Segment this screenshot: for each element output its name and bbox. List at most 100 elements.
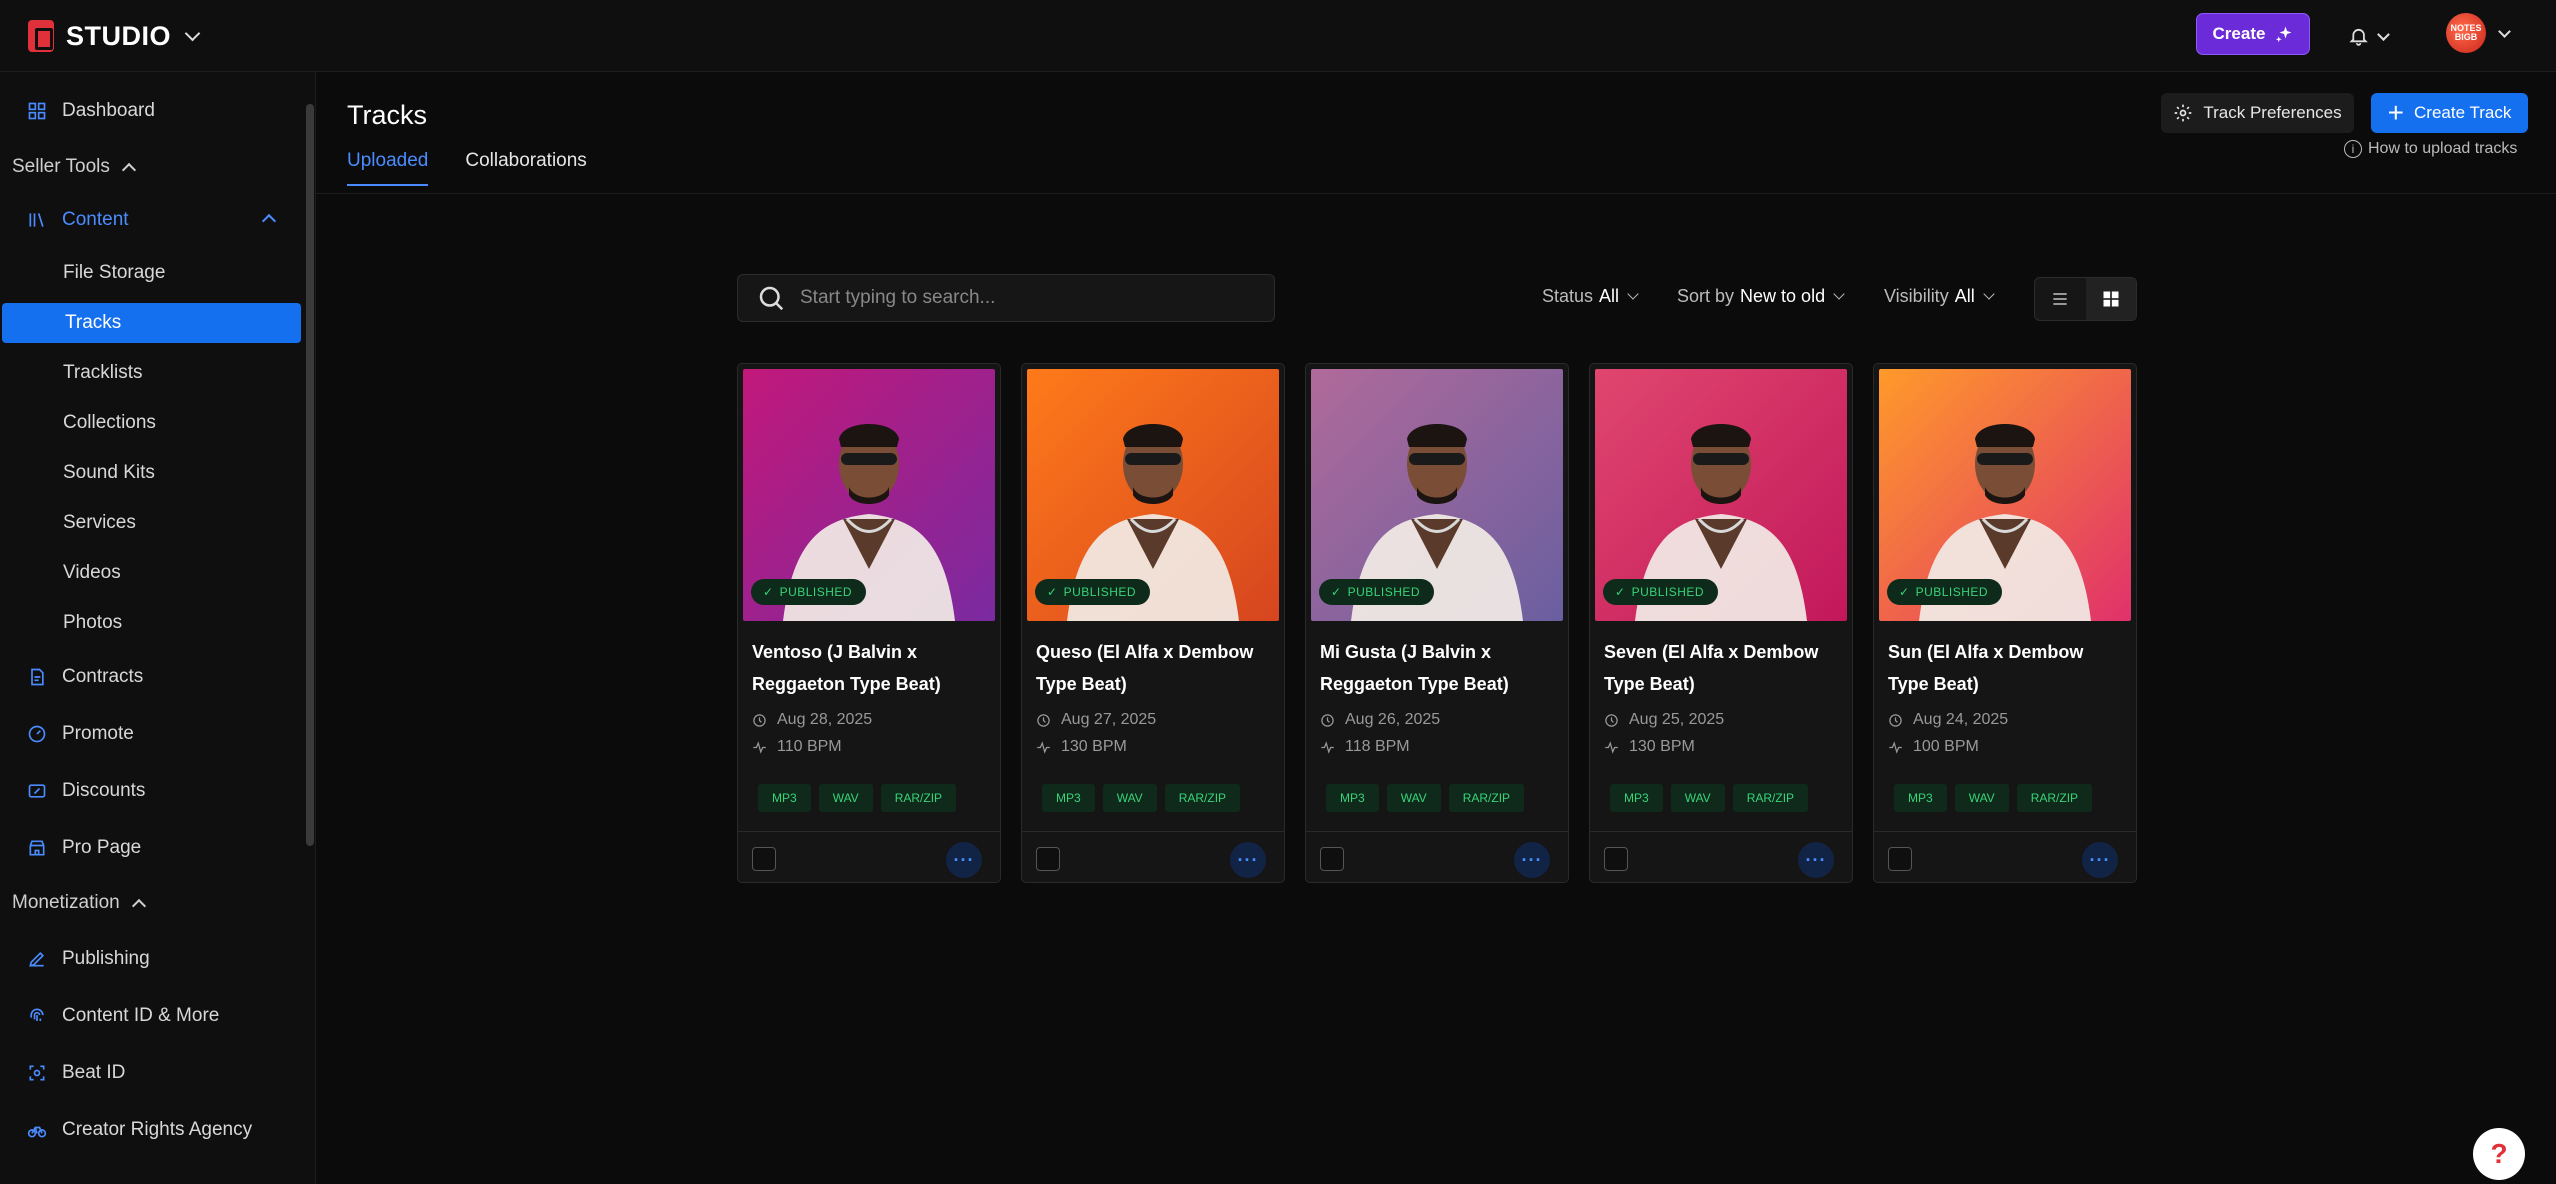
track-date: Aug 25, 2025 xyxy=(1604,711,1724,729)
status-badge-label: PUBLISHED xyxy=(1915,585,1989,599)
sidebar-item-pro-page[interactable]: Pro Page xyxy=(0,828,141,868)
sidebar-item-services[interactable]: Services xyxy=(0,503,302,543)
sort-filter[interactable]: Sort by New to old xyxy=(1677,286,1845,307)
studio-brand-menu[interactable]: STUDIO xyxy=(28,16,201,56)
track-artwork[interactable]: ✓ PUBLISHED xyxy=(1027,369,1279,621)
sidebar-item-content-id[interactable]: Content ID & More xyxy=(0,996,219,1036)
clock-icon xyxy=(1605,713,1618,727)
tab-uploaded[interactable]: Uploaded xyxy=(347,150,429,186)
track-preferences-button[interactable]: Track Preferences xyxy=(2161,93,2354,133)
section-seller-tools[interactable]: Seller Tools xyxy=(12,156,136,178)
select-checkbox[interactable] xyxy=(1888,847,1912,871)
status-filter[interactable]: Status All xyxy=(1542,286,1639,307)
divider xyxy=(1022,831,1284,832)
status-filter-label: Status xyxy=(1542,286,1594,306)
sidebar-item-tracklists[interactable]: Tracklists xyxy=(0,353,302,393)
gauge-icon xyxy=(26,723,48,745)
select-checkbox[interactable] xyxy=(752,847,776,871)
track-card[interactable]: ✓ PUBLISHED Queso (El Alfa x Dembow Type… xyxy=(1021,363,1285,883)
clock-icon xyxy=(1321,713,1334,727)
chevron-down-icon xyxy=(1833,288,1845,300)
sidebar-item-label: File Storage xyxy=(63,262,166,283)
sparkle-icon xyxy=(2276,26,2292,43)
select-checkbox[interactable] xyxy=(1320,847,1344,871)
format-tag: MP3 xyxy=(758,784,811,812)
track-card[interactable]: ✓ PUBLISHED Seven (El Alfa x Dembow Type… xyxy=(1589,363,1853,883)
track-bpm: 110 BPM xyxy=(752,738,842,756)
track-title[interactable]: Ventoso (J Balvin x Reggaeton Type Beat) xyxy=(752,636,988,700)
section-monetization[interactable]: Monetization xyxy=(12,892,146,914)
sort-filter-value: New to old xyxy=(1740,286,1826,306)
track-card[interactable]: ✓ PUBLISHED Sun (El Alfa x Dembow Type B… xyxy=(1873,363,2137,883)
track-artwork[interactable]: ✓ PUBLISHED xyxy=(743,369,995,621)
pulse-icon xyxy=(1037,740,1050,754)
grid-view-button[interactable] xyxy=(2085,278,2136,320)
brand-name: STUDIO xyxy=(66,20,172,51)
sidebar-item-photos[interactable]: Photos xyxy=(0,603,302,643)
track-artwork[interactable]: ✓ PUBLISHED xyxy=(1311,369,1563,621)
discount-icon xyxy=(26,780,48,802)
sidebar-item-label: Videos xyxy=(63,562,121,583)
sidebar-item-beat-id[interactable]: Beat ID xyxy=(0,1053,125,1093)
ellipsis-icon: ··· xyxy=(1237,849,1259,870)
track-artwork[interactable]: ✓ PUBLISHED xyxy=(1879,369,2131,621)
track-bpm: 100 BPM xyxy=(1888,738,1979,756)
format-tag: RAR/ZIP xyxy=(1732,784,1809,812)
track-date: Aug 26, 2025 xyxy=(1320,711,1440,729)
more-options-button[interactable]: ··· xyxy=(946,842,982,878)
sidebar-item-contracts[interactable]: Contracts xyxy=(0,657,143,697)
track-bpm: 118 BPM xyxy=(1320,738,1410,756)
help-button[interactable]: ? xyxy=(2473,1128,2525,1180)
sidebar-item-creator-rights[interactable]: Creator Rights Agency xyxy=(0,1110,252,1150)
top-bar: STUDIO Create NOTES BIGB xyxy=(0,0,2556,72)
sidebar-item-videos[interactable]: Videos xyxy=(0,553,302,593)
sidebar-item-label: Dashboard xyxy=(62,100,155,121)
more-options-button[interactable]: ··· xyxy=(1798,842,1834,878)
create-button[interactable]: Create xyxy=(2196,13,2310,55)
chevron-down-icon xyxy=(1983,288,1995,300)
track-date: Aug 24, 2025 xyxy=(1888,711,2008,729)
more-options-button[interactable]: ··· xyxy=(1514,842,1550,878)
brand-logo xyxy=(28,20,54,52)
select-checkbox[interactable] xyxy=(1036,847,1060,871)
track-card[interactable]: ✓ PUBLISHED Ventoso (J Balvin x Reggaeto… xyxy=(737,363,1001,883)
track-date-value: Aug 28, 2025 xyxy=(777,711,873,728)
create-track-button[interactable]: + Create Track xyxy=(2371,93,2528,133)
status-badge-label: PUBLISHED xyxy=(779,585,853,599)
list-view-button[interactable] xyxy=(2035,278,2086,320)
account-menu[interactable]: NOTES BIGB xyxy=(2446,13,2511,53)
track-title[interactable]: Seven (El Alfa x Dembow Type Beat) xyxy=(1604,636,1840,700)
track-title[interactable]: Mi Gusta (J Balvin x Reggaeton Type Beat… xyxy=(1320,636,1556,700)
track-title[interactable]: Queso (El Alfa x Dembow Type Beat) xyxy=(1036,636,1272,700)
visibility-filter[interactable]: Visibility All xyxy=(1884,286,1995,307)
sidebar-item-label: Publishing xyxy=(62,948,150,969)
how-to-upload-link[interactable]: i How to upload tracks xyxy=(2344,140,2517,158)
sidebar-item-promote[interactable]: Promote xyxy=(0,714,134,754)
sidebar-item-file-storage[interactable]: File Storage xyxy=(0,253,302,293)
divider xyxy=(1306,831,1568,832)
pulse-icon xyxy=(753,740,766,754)
format-tags: MP3 WAV RAR/ZIP xyxy=(1326,784,1525,812)
sidebar-item-tracks[interactable]: Tracks xyxy=(2,303,301,343)
track-artwork[interactable]: ✓ PUBLISHED xyxy=(1595,369,1847,621)
track-card[interactable]: ✓ PUBLISHED Mi Gusta (J Balvin x Reggaet… xyxy=(1305,363,1569,883)
more-options-button[interactable]: ··· xyxy=(2082,842,2118,878)
sidebar-item-dashboard[interactable]: Dashboard xyxy=(0,91,155,131)
notifications-menu[interactable] xyxy=(2348,18,2390,54)
track-title[interactable]: Sun (El Alfa x Dembow Type Beat) xyxy=(1888,636,2124,700)
sidebar-item-publishing[interactable]: Publishing xyxy=(0,939,150,979)
format-tag: MP3 xyxy=(1326,784,1379,812)
document-icon xyxy=(26,666,48,688)
sidebar-item-content[interactable]: Content xyxy=(0,200,302,240)
search-input[interactable] xyxy=(800,287,1240,309)
sidebar-scrollbar[interactable] xyxy=(306,104,314,846)
sidebar-item-sound-kits[interactable]: Sound Kits xyxy=(0,453,302,493)
sidebar-item-discounts[interactable]: Discounts xyxy=(0,771,145,811)
sidebar-item-collections[interactable]: Collections xyxy=(0,403,302,443)
more-options-button[interactable]: ··· xyxy=(1230,842,1266,878)
divider xyxy=(1874,831,2136,832)
select-checkbox[interactable] xyxy=(1604,847,1628,871)
tab-collaborations[interactable]: Collaborations xyxy=(465,150,586,186)
ellipsis-icon: ··· xyxy=(1805,849,1827,870)
track-bpm: 130 BPM xyxy=(1036,738,1127,756)
